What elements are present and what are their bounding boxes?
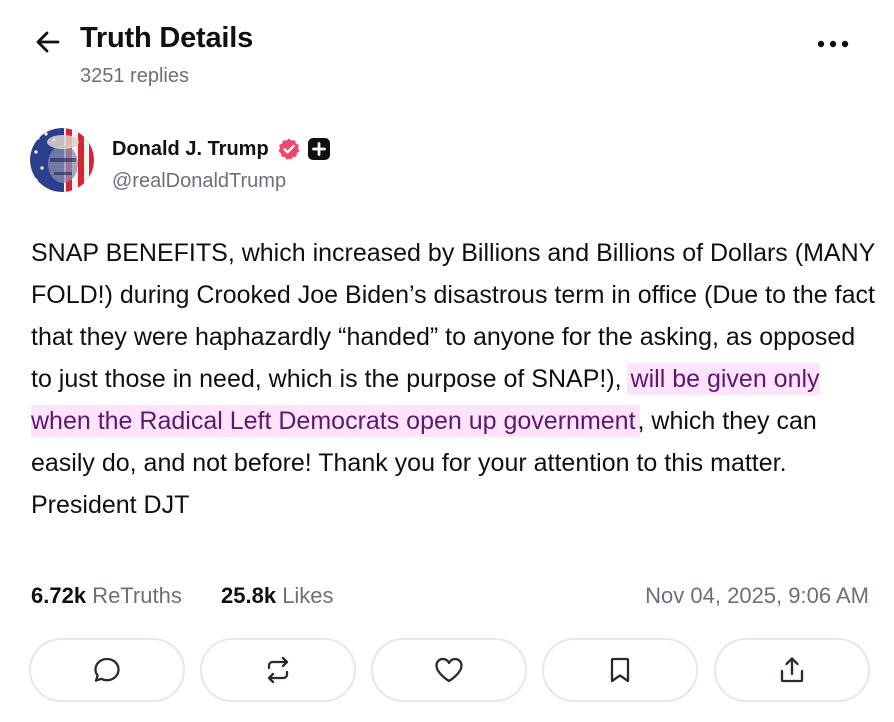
- share-button[interactable]: [714, 638, 870, 702]
- avatar[interactable]: [30, 128, 94, 192]
- retruths-count: 6.72k: [31, 583, 87, 608]
- author-handle[interactable]: @realDonaldTrump: [112, 170, 286, 193]
- reply-button[interactable]: [29, 638, 185, 702]
- verified-badge-icon: [277, 137, 301, 161]
- heart-icon: [435, 657, 463, 683]
- name-row: Donald J. Trump: [112, 135, 330, 163]
- likes-label: Likes: [282, 583, 334, 608]
- reply-count: 3251 replies: [80, 65, 189, 87]
- top-bar: Truth Details 3251 replies: [0, 0, 894, 100]
- retruths-stat[interactable]: 6.72k ReTruths: [31, 583, 182, 609]
- retruths-label: ReTruths: [92, 583, 182, 608]
- repost-icon: [267, 656, 289, 684]
- display-name[interactable]: Donald J. Trump: [112, 138, 269, 161]
- post-body: SNAP BENEFITS, which increased by Billio…: [31, 232, 876, 526]
- like-button[interactable]: [371, 638, 527, 702]
- post-timestamp: Nov 04, 2025, 9:06 AM: [645, 583, 869, 608]
- action-bar: [29, 638, 872, 702]
- retruth-button[interactable]: [200, 638, 356, 702]
- more-options-button[interactable]: [816, 30, 850, 58]
- bookmark-button[interactable]: [542, 638, 698, 702]
- post-stats: 6.72k ReTruths 25.8k Likes Nov 04, 2025,…: [31, 583, 869, 613]
- page-title: Truth Details: [80, 22, 254, 54]
- speech-bubble-icon: [94, 657, 120, 682]
- bookmark-icon: [610, 657, 630, 683]
- avatar-image: [30, 128, 94, 192]
- likes-count: 25.8k: [221, 583, 277, 608]
- likes-stat[interactable]: 25.8k Likes: [221, 583, 334, 609]
- share-upload-icon: [780, 657, 804, 683]
- back-button[interactable]: [32, 26, 64, 58]
- arrow-left-icon: [36, 31, 60, 53]
- author-block: Donald J. Trump @realDonaldTrump: [30, 128, 870, 198]
- plus-badge-icon: [307, 138, 330, 160]
- more-horizontal-icon: [817, 40, 849, 48]
